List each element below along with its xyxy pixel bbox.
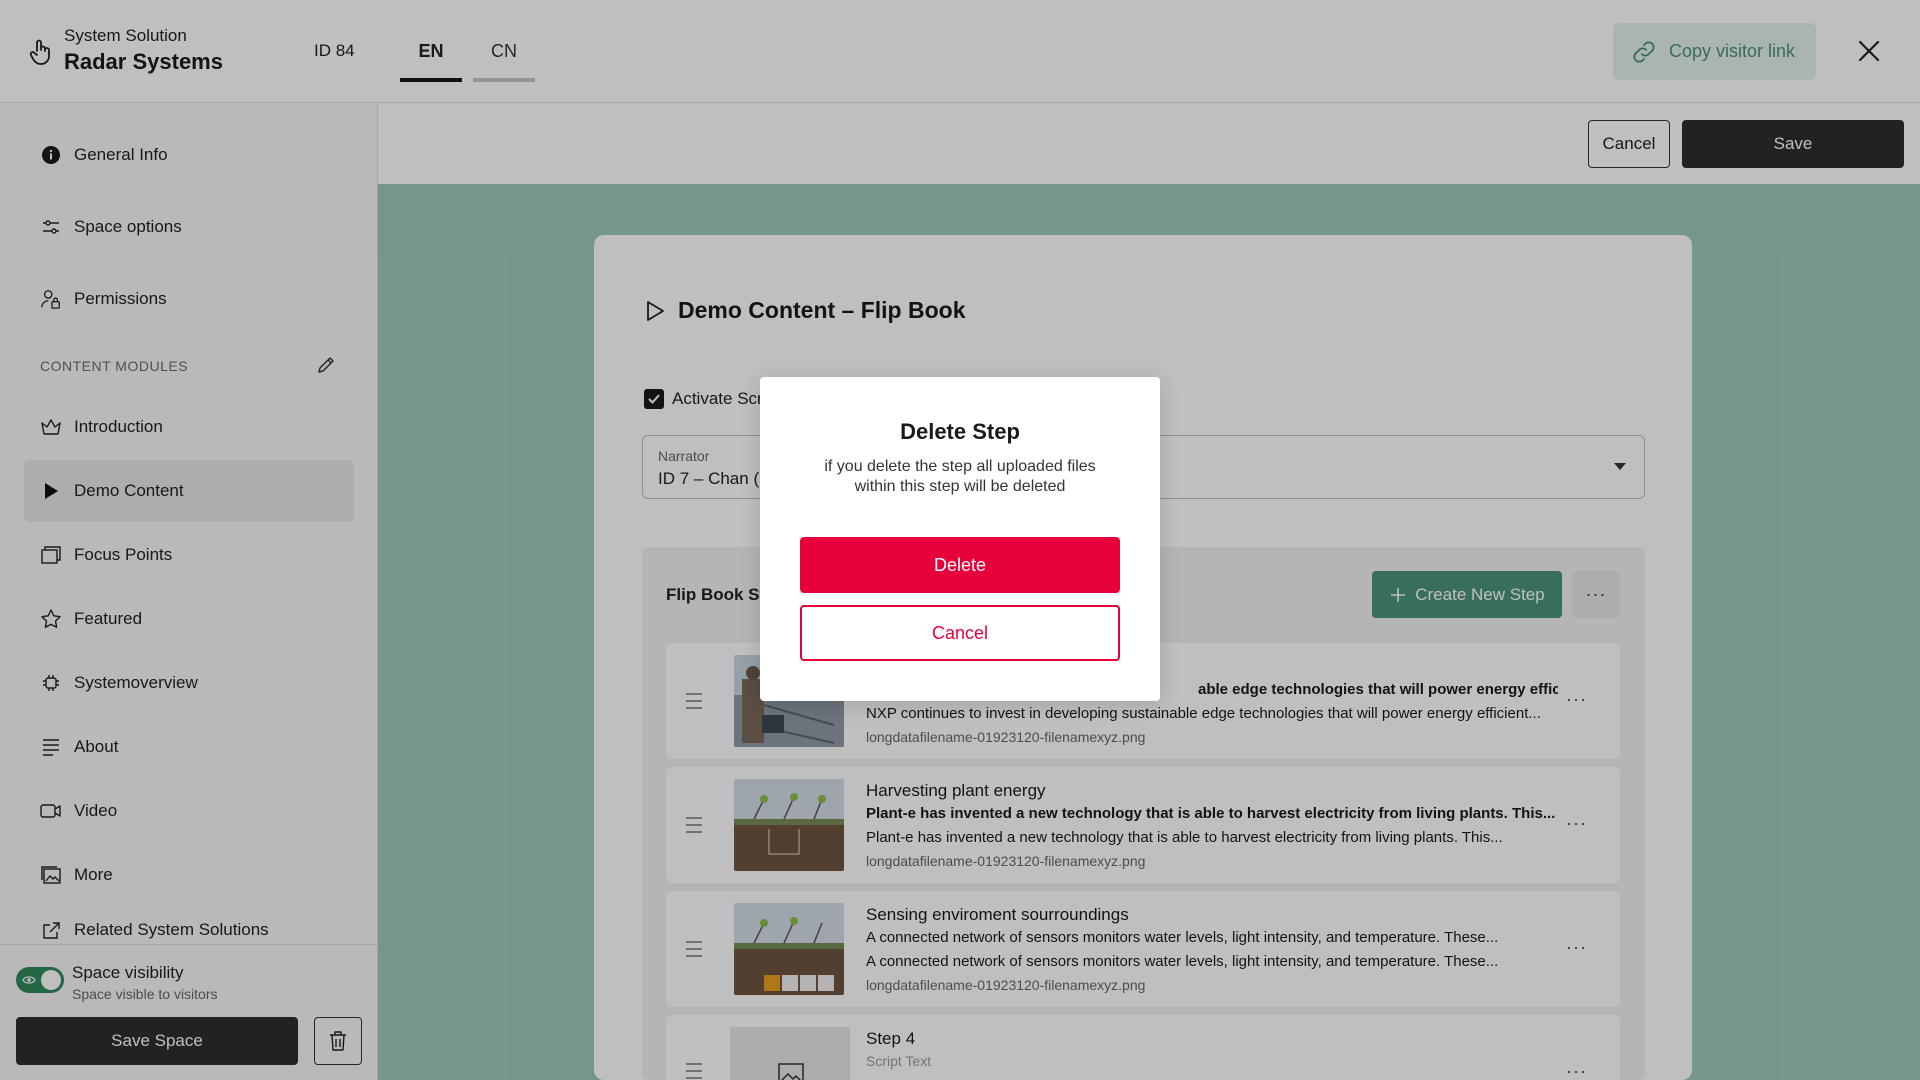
delete-button[interactable]: Delete <box>800 537 1120 593</box>
dialog-message: if you delete the step all uploaded file… <box>824 458 1096 495</box>
dialog-title: Delete Step <box>900 419 1020 444</box>
dialog-cancel-button[interactable]: Cancel <box>800 605 1120 661</box>
delete-step-dialog: Delete Step if you delete the step all u… <box>760 377 1160 701</box>
